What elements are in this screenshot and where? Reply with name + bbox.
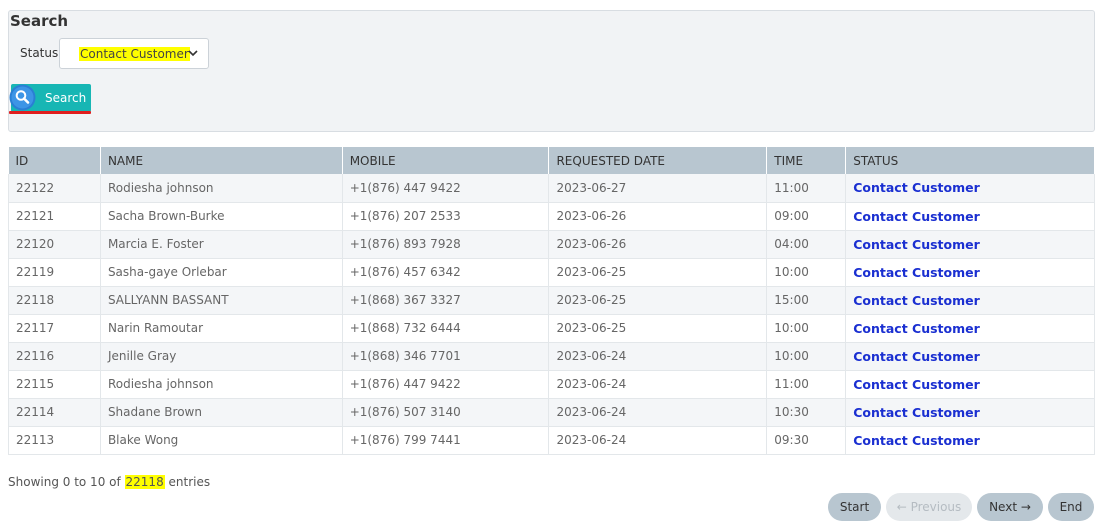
cell-time: 15:00 (766, 286, 847, 315)
table-row: 22118 SALLYANN BASSANT +1(868) 367 3327 … (8, 286, 1095, 315)
cell-id: 22118 (8, 286, 101, 315)
column-header-mobile[interactable]: MOBILE (342, 147, 550, 174)
cell-time: 10:00 (766, 258, 847, 287)
cell-mobile: +1(876) 207 2533 (342, 202, 550, 231)
cell-time: 09:30 (766, 426, 847, 455)
cell-name: Narin Ramoutar (100, 314, 343, 343)
cell-requested-date: 2023-06-24 (548, 398, 768, 427)
status-link[interactable]: Contact Customer (845, 314, 1095, 343)
pagination-start-button[interactable]: Start (828, 493, 881, 521)
status-link[interactable]: Contact Customer (845, 174, 1095, 203)
cell-name: Blake Wong (100, 426, 343, 455)
column-header-time[interactable]: TIME (766, 147, 847, 174)
cell-id: 22117 (8, 314, 101, 343)
status-link[interactable]: Contact Customer (845, 426, 1095, 455)
column-header-name[interactable]: NAME (100, 147, 343, 174)
results-table: ID NAME MOBILE REQUESTED DATE TIME STATU… (8, 147, 1095, 455)
cell-mobile: +1(876) 799 7441 (342, 426, 550, 455)
pagination-next-button[interactable]: Next → (977, 493, 1043, 521)
cell-name: Jenille Gray (100, 342, 343, 371)
column-header-id[interactable]: ID (8, 147, 101, 174)
cell-mobile: +1(868) 346 7701 (342, 342, 550, 371)
cell-name: SALLYANN BASSANT (100, 286, 343, 315)
cell-requested-date: 2023-06-26 (548, 202, 768, 231)
cell-requested-date: 2023-06-26 (548, 230, 768, 259)
entries-total: 22118 (124, 475, 165, 489)
pagination-previous-button[interactable]: ← Previous (886, 493, 972, 521)
column-header-requested-date[interactable]: REQUESTED DATE (548, 147, 768, 174)
column-header-status[interactable]: STATUS (845, 147, 1095, 174)
cell-time: 10:30 (766, 398, 847, 427)
table-row: 22121 Sacha Brown-Burke +1(876) 207 2533… (8, 202, 1095, 231)
cell-id: 22119 (8, 258, 101, 287)
cell-id: 22122 (8, 174, 101, 203)
status-select[interactable]: Contact Customer (59, 38, 209, 69)
status-link[interactable]: Contact Customer (845, 342, 1095, 371)
status-link[interactable]: Contact Customer (845, 258, 1095, 287)
cell-id: 22114 (8, 398, 101, 427)
cell-requested-date: 2023-06-25 (548, 286, 768, 315)
status-link[interactable]: Contact Customer (845, 202, 1095, 231)
pagination-end-button[interactable]: End (1048, 493, 1094, 521)
cell-mobile: +1(868) 732 6444 (342, 314, 550, 343)
search-button[interactable]: Search (9, 84, 91, 112)
status-link[interactable]: Contact Customer (845, 370, 1095, 399)
table-row: 22115 Rodiesha johnson +1(876) 447 9422 … (8, 370, 1095, 399)
cell-requested-date: 2023-06-27 (548, 174, 768, 203)
cell-name: Marcia E. Foster (100, 230, 343, 259)
table-header-row: ID NAME MOBILE REQUESTED DATE TIME STATU… (8, 147, 1095, 174)
cell-name: Shadane Brown (100, 398, 343, 427)
cell-id: 22113 (8, 426, 101, 455)
search-icon (9, 84, 36, 111)
table-row: 22120 Marcia E. Foster +1(876) 893 7928 … (8, 230, 1095, 259)
status-selected-value: Contact Customer (79, 47, 190, 61)
cell-mobile: +1(876) 893 7928 (342, 230, 550, 259)
table-row: 22113 Blake Wong +1(876) 799 7441 2023-0… (8, 426, 1095, 455)
table-row: 22119 Sasha-gaye Orlebar +1(876) 457 634… (8, 258, 1095, 287)
cell-requested-date: 2023-06-24 (548, 426, 768, 455)
cell-time: 11:00 (766, 174, 847, 203)
search-button-label: Search (45, 91, 87, 105)
status-link[interactable]: Contact Customer (845, 230, 1095, 259)
cell-name: Sacha Brown-Burke (100, 202, 343, 231)
cell-time: 10:00 (766, 314, 847, 343)
table-row: 22114 Shadane Brown +1(876) 507 3140 202… (8, 398, 1095, 427)
cell-time: 04:00 (766, 230, 847, 259)
search-title: Search (10, 12, 69, 30)
cell-requested-date: 2023-06-25 (548, 314, 768, 343)
cell-time: 09:00 (766, 202, 847, 231)
cell-name: Rodiesha johnson (100, 174, 343, 203)
entries-prefix: Showing 0 to 10 of (8, 475, 125, 489)
chevron-down-icon (188, 50, 198, 57)
cell-name: Rodiesha johnson (100, 370, 343, 399)
cell-name: Sasha-gaye Orlebar (100, 258, 343, 287)
cell-id: 22121 (8, 202, 101, 231)
table-row: 22117 Narin Ramoutar +1(868) 732 6444 20… (8, 314, 1095, 343)
cell-requested-date: 2023-06-25 (548, 258, 768, 287)
cell-time: 10:00 (766, 342, 847, 371)
entries-suffix: entries (164, 475, 211, 489)
cell-time: 11:00 (766, 370, 847, 399)
search-button-underline (9, 111, 91, 114)
cell-mobile: +1(876) 447 9422 (342, 174, 550, 203)
table-row: 22116 Jenille Gray +1(868) 346 7701 2023… (8, 342, 1095, 371)
cell-requested-date: 2023-06-24 (548, 342, 768, 371)
status-link[interactable]: Contact Customer (845, 286, 1095, 315)
cell-id: 22116 (8, 342, 101, 371)
search-panel: Search Status: Contact Customer Search (8, 10, 1095, 132)
cell-mobile: +1(876) 457 6342 (342, 258, 550, 287)
status-label: Status: (20, 46, 63, 60)
table-row: 22122 Rodiesha johnson +1(876) 447 9422 … (8, 174, 1095, 203)
cell-id: 22115 (8, 370, 101, 399)
status-link[interactable]: Contact Customer (845, 398, 1095, 427)
cell-mobile: +1(876) 507 3140 (342, 398, 550, 427)
entries-info: Showing 0 to 10 of 22118 entries (8, 475, 210, 489)
cell-requested-date: 2023-06-24 (548, 370, 768, 399)
cell-id: 22120 (8, 230, 101, 259)
cell-mobile: +1(876) 447 9422 (342, 370, 550, 399)
cell-mobile: +1(868) 367 3327 (342, 286, 550, 315)
